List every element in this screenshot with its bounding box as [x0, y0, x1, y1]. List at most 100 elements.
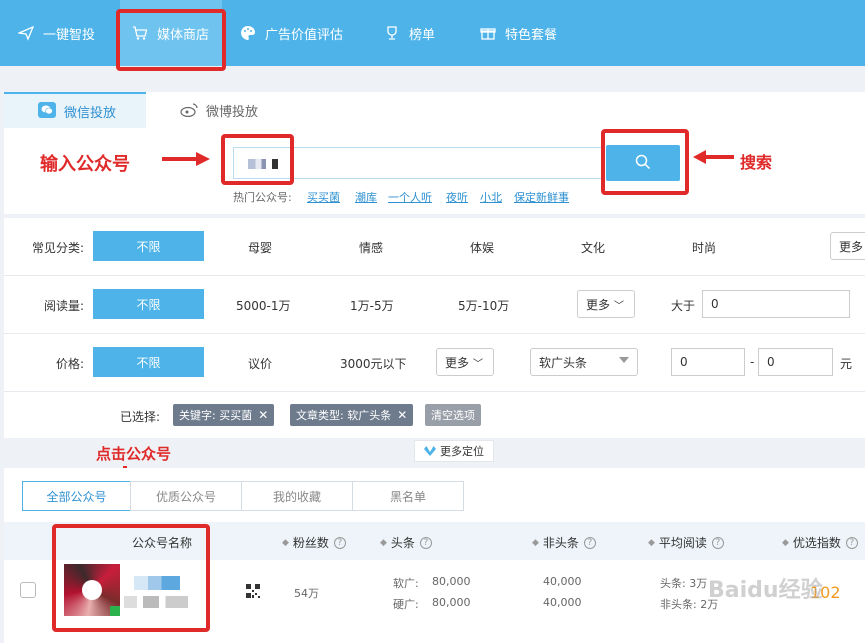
- qr-code-icon[interactable]: [246, 584, 260, 598]
- min-reads-input[interactable]: 0: [702, 290, 850, 318]
- filter-option[interactable]: 5000-1万: [236, 297, 291, 314]
- more-locate-button[interactable]: 更多定位: [414, 440, 494, 462]
- selected-chip[interactable]: 文章类型: 软广头条 ✕: [290, 404, 414, 426]
- help-icon[interactable]: ?: [711, 536, 724, 549]
- hot-link[interactable]: 一个人听: [388, 189, 432, 205]
- filter-option[interactable]: 情感: [359, 239, 383, 256]
- close-icon[interactable]: ✕: [397, 408, 407, 422]
- tab-wechat[interactable]: 微信投放: [4, 92, 146, 128]
- header-label: 头条: [390, 536, 415, 550]
- help-icon[interactable]: ?: [419, 536, 432, 549]
- tab-label: 黑名单: [389, 489, 426, 504]
- col-headline[interactable]: ◆ 头条?: [380, 534, 432, 551]
- tab-weibo[interactable]: 微博投放: [180, 92, 290, 128]
- annotation-click-account: 点击公众号: [96, 445, 172, 463]
- hot-accounts-label: 热门公众号:: [233, 191, 292, 204]
- nonhead-hard-price: 40,000: [543, 596, 582, 609]
- soft-ad-label: 软广:: [393, 577, 419, 590]
- input-value: 0: [767, 355, 775, 369]
- watermark: Baidu经验: [708, 578, 823, 603]
- highlight-box-search: [601, 129, 689, 195]
- filter-option[interactable]: 3000元以下: [340, 355, 407, 372]
- filter-row-reads: 阅读量: 不限 5000-1万 1万-5万 5万-10万 更多 ﹀ 大于 0: [4, 276, 865, 334]
- nav-ad-value[interactable]: 广告价值评估: [240, 0, 343, 66]
- filter-option[interactable]: 5万-10万: [458, 297, 509, 314]
- highlight-box-media-store: [116, 9, 226, 71]
- more-label: 更多: [586, 297, 611, 312]
- filter-label: 常见分类:: [31, 241, 84, 255]
- filter-option[interactable]: 时尚: [692, 239, 716, 256]
- selected-chip[interactable]: 关键字: 买买菌 ✕: [173, 404, 275, 426]
- chevron-down-icon: ﹀: [473, 358, 484, 370]
- trophy-icon: [384, 25, 400, 41]
- help-icon[interactable]: ?: [583, 536, 596, 549]
- tab-all-accounts[interactable]: 全部公众号: [22, 481, 131, 511]
- greater-than-label: 大于: [671, 299, 696, 313]
- hot-link[interactable]: 潮库: [355, 189, 377, 205]
- tab-blacklist[interactable]: 黑名单: [352, 481, 464, 511]
- filter-more-dropdown[interactable]: 更多: [830, 232, 865, 260]
- header-label: 粉丝数: [292, 536, 329, 550]
- filter-option[interactable]: 体娱: [470, 239, 494, 256]
- sort-icon: ◆: [532, 537, 539, 548]
- filter-more-dropdown[interactable]: 更多 ﹀: [577, 290, 635, 318]
- caret-down-icon: [619, 357, 629, 363]
- col-avg-reads[interactable]: ◆ 平均阅读?: [648, 534, 724, 551]
- more-label: 更多: [445, 355, 470, 370]
- annotation-input-account: 输入公众号: [40, 154, 130, 175]
- nav-packages[interactable]: 特色套餐: [480, 0, 557, 66]
- close-icon[interactable]: ✕: [258, 408, 268, 422]
- filter-option[interactable]: 母婴: [248, 239, 272, 256]
- sort-icon: ◆: [282, 537, 289, 548]
- nav-label: 广告价值评估: [265, 27, 344, 43]
- col-non-headline[interactable]: ◆ 非头条?: [532, 534, 596, 551]
- fans-value: 54万: [294, 587, 319, 600]
- sort-icon: ◆: [380, 537, 387, 548]
- header-label: 优选指数: [792, 536, 841, 550]
- soft-ad-price: 80,000: [432, 575, 471, 588]
- button-label: 清空选项: [431, 409, 475, 422]
- filter-option[interactable]: 1万-5万: [350, 297, 394, 314]
- filter-label: 价格:: [55, 357, 84, 371]
- filter-option-active[interactable]: 不限: [93, 289, 204, 319]
- filter-label: 阅读量:: [43, 299, 84, 313]
- annotation-arrow-left: [693, 150, 734, 164]
- tab-label: 微信投放: [64, 105, 117, 121]
- sort-icon: ◆: [782, 537, 789, 548]
- avg-reads-headline: 头条: 3万: [660, 577, 708, 590]
- nonhead-soft-price: 40,000: [543, 575, 582, 588]
- range-dash: -: [750, 355, 755, 369]
- clear-options-button[interactable]: 清空选项: [425, 404, 481, 426]
- filter-option-active[interactable]: 不限: [93, 231, 204, 261]
- palette-icon: [240, 25, 256, 41]
- help-icon[interactable]: ?: [333, 536, 346, 549]
- weibo-icon: [180, 103, 198, 117]
- hot-link[interactable]: 买买菌: [307, 189, 340, 205]
- help-icon[interactable]: ?: [845, 536, 858, 549]
- header-label: 非头条: [542, 536, 579, 550]
- col-score[interactable]: ◆ 优选指数?: [782, 534, 858, 551]
- col-fans[interactable]: ◆ 粉丝数?: [282, 534, 346, 551]
- filter-option[interactable]: 议价: [248, 355, 272, 372]
- price-max-input[interactable]: 0: [758, 348, 833, 376]
- hot-link[interactable]: 保定新鲜事: [514, 189, 569, 205]
- nav-one-click[interactable]: 一键智投: [18, 0, 95, 66]
- hot-link[interactable]: 夜听: [446, 189, 468, 205]
- filter-more-dropdown[interactable]: 更多 ﹀: [436, 348, 494, 376]
- filter-option-active[interactable]: 不限: [93, 347, 204, 377]
- nav-label: 一键智投: [43, 27, 96, 43]
- hot-link[interactable]: 小北: [480, 189, 502, 205]
- chip-label: 关键字: 买买菌: [179, 409, 253, 422]
- nav-label: 榜单: [409, 27, 436, 43]
- price-min-input[interactable]: 0: [671, 348, 745, 376]
- gift-icon: [480, 25, 496, 41]
- filter-option[interactable]: 文化: [581, 239, 605, 256]
- row-checkbox[interactable]: [20, 582, 36, 598]
- nav-rankings[interactable]: 榜单: [384, 0, 435, 66]
- annotation-search: 搜索: [740, 153, 773, 172]
- tab-quality-accounts[interactable]: 优质公众号: [130, 481, 242, 511]
- nav-label: 特色套餐: [505, 27, 558, 43]
- ad-type-select[interactable]: 软广头条: [530, 348, 638, 376]
- locate-icon: [424, 446, 436, 456]
- tab-favorites[interactable]: 我的收藏: [241, 481, 353, 511]
